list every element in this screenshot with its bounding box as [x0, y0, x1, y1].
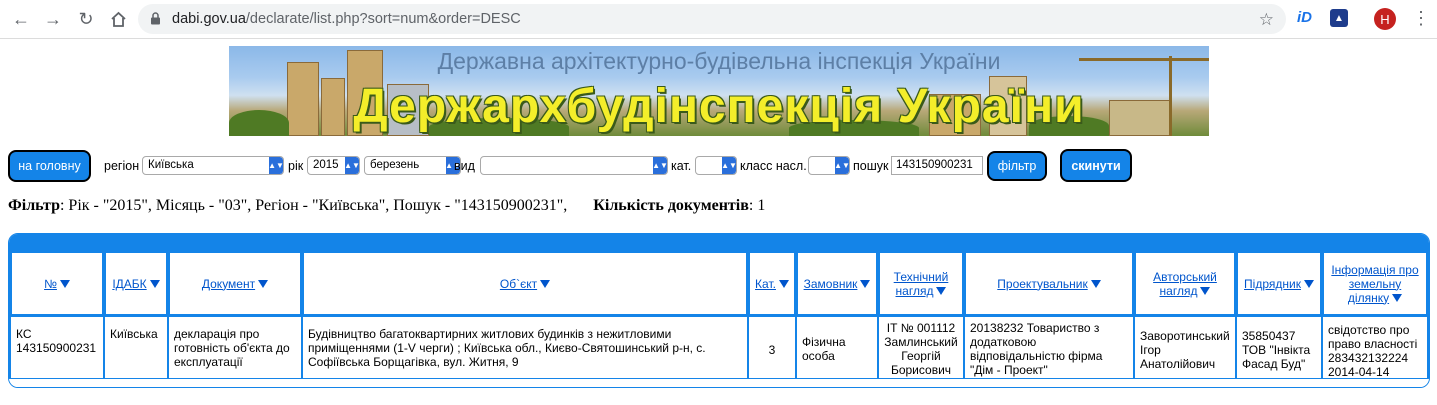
sort-desc-icon[interactable]: [1090, 280, 1101, 289]
header-category[interactable]: Кат.: [749, 252, 795, 315]
table-bottom-bar: [9, 378, 1429, 387]
year-select-value: 2015: [313, 159, 339, 171]
year-select[interactable]: 2015 ▲▼: [307, 156, 360, 175]
sort-desc-icon[interactable]: [860, 280, 871, 289]
header-category-link[interactable]: Кат.: [755, 277, 776, 291]
header-contractor[interactable]: Підрядник: [1237, 252, 1321, 315]
header-number[interactable]: №: [11, 252, 103, 315]
sort-desc-icon[interactable]: [936, 287, 947, 296]
extension-id-icon[interactable]: iD: [1297, 9, 1312, 26]
sort-desc-icon[interactable]: [778, 280, 789, 289]
chevron-down-icon: ▲▼: [268, 157, 283, 174]
banner-title: Держархбудінспекція України: [353, 80, 1085, 133]
header-designer-link[interactable]: Проектувальник: [997, 277, 1087, 291]
filter-summary: Фільтр: Рік - "2015", Місяць - "03", Рег…: [8, 197, 765, 215]
header-land-info-link[interactable]: Інформація про земельну ділянку: [1331, 263, 1418, 305]
declarations-grid: № ІДАБК Документ Об`єкт Кат. Замовник Те…: [9, 250, 1429, 387]
back-arrow-icon[interactable]: ←: [10, 8, 32, 30]
header-document[interactable]: Документ: [169, 252, 301, 315]
region-select[interactable]: Київська ▲▼: [142, 156, 284, 175]
banner-subtitle: Державна архітектурно-будівельна інспекц…: [437, 48, 1001, 74]
filter-summary-label: Фільтр: [8, 197, 60, 214]
search-input[interactable]: 143150900231: [891, 156, 983, 175]
chevron-down-icon: ▲▼: [721, 157, 736, 174]
region-label: регіон: [104, 159, 140, 173]
header-customer[interactable]: Замовник: [797, 252, 877, 315]
table-header-row: № ІДАБК Документ Об`єкт Кат. Замовник Те…: [11, 252, 1427, 315]
category-label: кат.: [671, 159, 692, 173]
reset-button[interactable]: скинути: [1060, 149, 1132, 182]
sort-desc-icon[interactable]: [1303, 280, 1314, 289]
header-author-supervision[interactable]: Авторський нагляд: [1135, 252, 1235, 315]
sort-desc-icon[interactable]: [1392, 294, 1403, 303]
search-label: пошук: [853, 159, 889, 173]
browser-toolbar: ← → ↻ dabi.gov.ua/declarate/list.php?sor…: [0, 0, 1437, 39]
sort-desc-icon[interactable]: [1200, 287, 1211, 296]
sort-desc-icon[interactable]: [540, 280, 551, 289]
header-designer[interactable]: Проектувальник: [965, 252, 1133, 315]
reload-icon[interactable]: ↻: [75, 8, 97, 30]
class-label: класс насл.: [740, 159, 807, 173]
header-document-link[interactable]: Документ: [202, 277, 255, 291]
header-tech-supervision[interactable]: Технічний нагляд: [879, 252, 963, 315]
header-number-link[interactable]: №: [44, 277, 57, 291]
header-object-link[interactable]: Об`єкт: [500, 277, 537, 291]
filter-summary-text: : Рік - "2015", Місяць - "03", Регіон - …: [59, 197, 568, 214]
menu-kebab-icon[interactable]: ⋮: [1412, 8, 1430, 28]
region-select-value: Київська: [148, 159, 194, 171]
category-select[interactable]: ▲▼: [695, 156, 737, 175]
type-select[interactable]: ▲▼: [480, 156, 668, 175]
chevron-down-icon: ▲▼: [652, 157, 667, 174]
home-icon[interactable]: [107, 8, 129, 30]
year-label: рік: [288, 159, 304, 173]
table-top-bar: [9, 234, 1429, 250]
sort-desc-icon[interactable]: [59, 280, 70, 289]
profile-avatar[interactable]: H: [1374, 8, 1396, 30]
extension-icon[interactable]: ▲: [1330, 9, 1348, 27]
chevron-down-icon: ▲▼: [344, 157, 359, 174]
class-select[interactable]: ▲▼: [808, 156, 850, 175]
site-banner: Державна архітектурно-будівельна інспекц…: [229, 46, 1209, 136]
header-idabk-link[interactable]: ІДАБК: [112, 277, 146, 291]
month-select[interactable]: березень ▲▼: [364, 156, 461, 175]
document-count-value: : 1: [748, 197, 766, 214]
month-select-value: березень: [370, 159, 420, 171]
sort-desc-icon[interactable]: [149, 280, 160, 289]
document-count-label: Кількість документів: [593, 197, 749, 214]
filter-button[interactable]: фільтр: [987, 151, 1047, 181]
url-text: dabi.gov.ua/declarate/list.php?sort=num&…: [172, 11, 521, 27]
header-object[interactable]: Об`єкт: [303, 252, 747, 315]
address-bar[interactable]: dabi.gov.ua/declarate/list.php?sort=num&…: [138, 4, 1286, 34]
declarations-table: № ІДАБК Документ Об`єкт Кат. Замовник Те…: [8, 233, 1430, 388]
lock-icon[interactable]: [150, 12, 161, 30]
header-idabk[interactable]: ІДАБК: [105, 252, 167, 315]
bookmark-star-icon[interactable]: ☆: [1259, 10, 1274, 30]
header-customer-link[interactable]: Замовник: [804, 277, 858, 291]
home-button[interactable]: на головну: [8, 150, 91, 182]
sort-desc-icon[interactable]: [258, 280, 269, 289]
type-label: вид: [454, 159, 475, 173]
header-land-info[interactable]: Інформація про земельну ділянку: [1323, 252, 1427, 315]
forward-arrow-icon[interactable]: →: [42, 8, 64, 30]
chevron-down-icon: ▲▼: [834, 157, 849, 174]
header-contractor-link[interactable]: Підрядник: [1244, 277, 1301, 291]
